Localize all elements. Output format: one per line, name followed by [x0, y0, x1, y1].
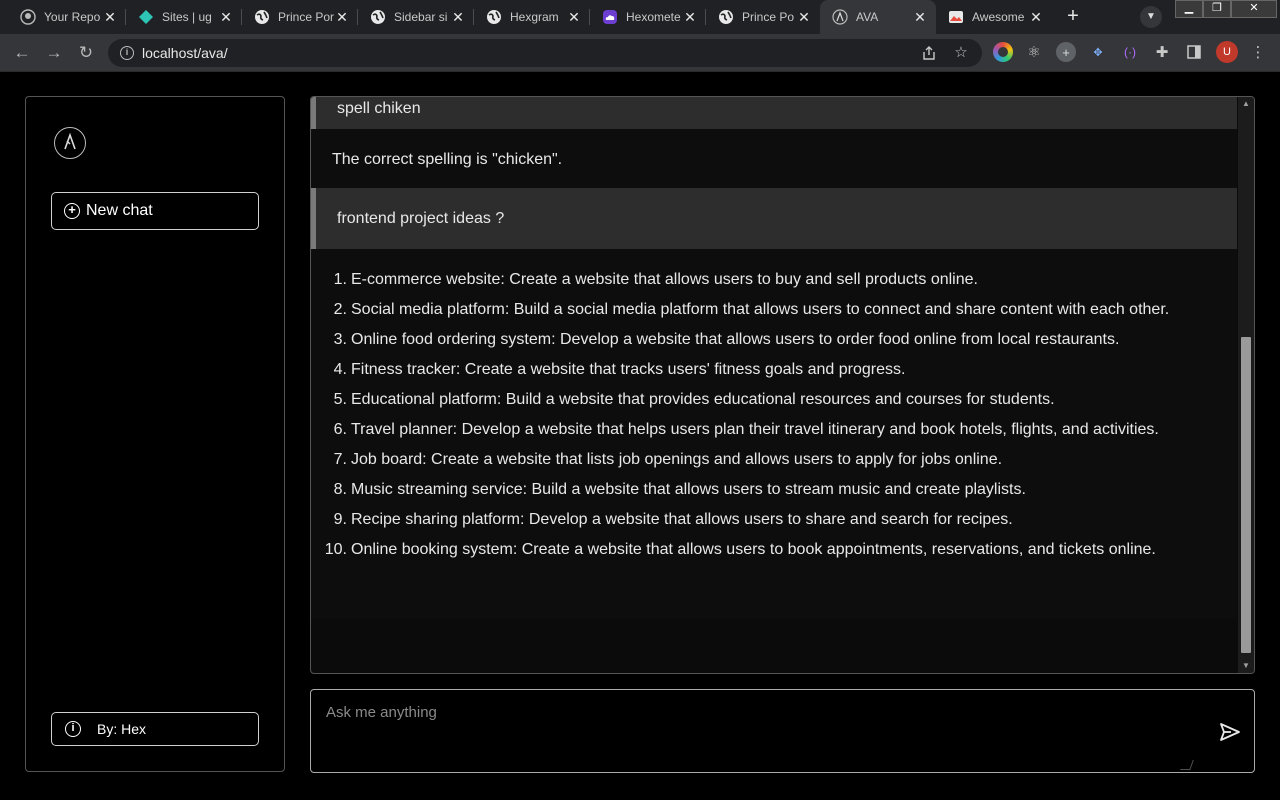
scroll-down-arrow-icon[interactable]: ▼: [1238, 659, 1254, 673]
close-tab-icon[interactable]: ✕: [334, 9, 350, 26]
extensions-puzzle-icon[interactable]: ✚: [1152, 42, 1172, 62]
image-icon: [948, 9, 964, 25]
close-tab-icon[interactable]: ✕: [796, 9, 812, 26]
side-panel-icon[interactable]: [1184, 42, 1204, 62]
address-bar[interactable]: i localhost/ava/ ☆: [108, 39, 982, 67]
ava-app: + New chat i By: Hex spell chiken The co…: [0, 72, 1280, 800]
close-tab-icon[interactable]: ✕: [566, 9, 582, 26]
list-item: 10. Online booking system: Create a websi…: [324, 541, 1156, 558]
credit-button[interactable]: i By: Hex: [51, 712, 259, 746]
close-tab-icon[interactable]: ✕: [102, 9, 118, 26]
close-tab-icon[interactable]: ✕: [1028, 9, 1044, 26]
browser-tab[interactable]: Prince Por ✕: [242, 0, 358, 34]
back-button[interactable]: ←: [10, 42, 34, 66]
scroll-up-arrow-icon[interactable]: ▲: [1238, 97, 1254, 111]
browser-tab[interactable]: Hexomete ✕: [590, 0, 706, 34]
browser-toolbar: ← → ↻ i localhost/ava/ ☆ ⚛ + ✥ (·) ✚ U ⋮: [0, 34, 1280, 72]
browser-tab-active[interactable]: AVA ✕: [820, 0, 936, 34]
sidebar: + New chat i By: Hex: [25, 96, 285, 772]
close-tab-icon[interactable]: ✕: [682, 9, 698, 26]
globe-icon: [486, 9, 502, 25]
new-chat-label: New chat: [86, 202, 153, 219]
scrollbar-thumb[interactable]: [1241, 337, 1251, 653]
credit-label: By: Hex: [97, 721, 147, 737]
assistant-message: 1. E-commerce website: Create a website t…: [311, 249, 1237, 619]
globe-icon: [370, 9, 386, 25]
react-devtools-icon[interactable]: ⚛: [1024, 42, 1044, 62]
user-message: spell chiken: [311, 97, 1237, 129]
globe-icon: [254, 9, 270, 25]
list-item: 7. Job board: Create a website that lists…: [333, 451, 1003, 468]
color-extension-icon[interactable]: [993, 42, 1013, 62]
new-tab-button[interactable]: +: [1060, 5, 1086, 29]
ava-logo-icon: [832, 9, 848, 25]
list-item: 9. Recipe sharing platform: Develop a web…: [333, 511, 1013, 528]
user-message: frontend project ideas ?: [311, 188, 1237, 249]
browser-tab[interactable]: Hexgram ✕: [474, 0, 590, 34]
browser-menu-icon[interactable]: ⋮: [1248, 42, 1268, 62]
profile-avatar[interactable]: U: [1216, 41, 1238, 63]
list-item: 8. Music streaming service: Build a websi…: [333, 481, 1026, 498]
close-tab-icon[interactable]: ✕: [450, 9, 466, 26]
minimize-window-button[interactable]: ▁: [1175, 0, 1203, 18]
list-item: 4. Fitness tracker: Create a website that…: [333, 361, 906, 378]
tab-search-button[interactable]: ▼: [1140, 6, 1162, 28]
browser-tab[interactable]: Your Repo ✕: [8, 0, 126, 34]
cloud-icon: [602, 9, 618, 25]
chat-scrollbar[interactable]: ▲ ▼: [1238, 97, 1254, 673]
close-window-button[interactable]: ✕: [1231, 0, 1277, 18]
list-item: 6. Travel planner: Develop a website that…: [333, 421, 1159, 438]
user-message-text: spell chiken: [337, 100, 421, 117]
code-extension-icon[interactable]: (·): [1120, 42, 1140, 62]
browser-tab-strip: Your Repo ✕ Sites | ug ✕ Prince Por ✕ Si…: [0, 0, 1280, 34]
list-item: 3. Online food ordering system: Develop a…: [333, 331, 1120, 348]
close-tab-icon[interactable]: ✕: [218, 9, 234, 26]
site-info-icon[interactable]: i: [120, 46, 134, 60]
reload-button[interactable]: ↻: [74, 42, 98, 66]
message-composer: [310, 689, 1255, 773]
globe-icon: [718, 9, 734, 25]
list-item: 5. Educational platform: Build a website …: [333, 391, 1055, 408]
diamond-icon: [138, 9, 154, 25]
new-chat-button[interactable]: + New chat: [51, 192, 259, 230]
share-icon[interactable]: [920, 45, 938, 63]
project-ideas-list: 1. E-commerce website: Create a website t…: [311, 270, 1237, 560]
assistant-message-text: The correct spelling is "chicken".: [332, 151, 563, 168]
browser-tab[interactable]: Prince Po ✕: [706, 0, 820, 34]
browser-tab[interactable]: Sites | ug ✕: [126, 0, 242, 34]
plus-circle-icon: +: [64, 203, 80, 219]
list-item: 2. Social media platform: Build a social …: [333, 301, 1170, 318]
github-icon: [20, 9, 36, 25]
chat-panel[interactable]: spell chiken The correct spelling is "ch…: [310, 96, 1255, 674]
devtools-extension-icon[interactable]: ✥: [1088, 42, 1108, 62]
ava-logo-icon[interactable]: [54, 127, 86, 159]
close-tab-icon[interactable]: ✕: [912, 9, 928, 26]
message-input[interactable]: [311, 690, 1211, 772]
address-url[interactable]: localhost/ava/: [142, 45, 228, 61]
browser-tab[interactable]: Awesome ✕: [936, 0, 1052, 34]
extension-plus-icon[interactable]: +: [1056, 42, 1076, 62]
info-icon: i: [65, 721, 81, 737]
forward-button[interactable]: →: [42, 42, 66, 66]
list-item: 1. E-commerce website: Create a website t…: [333, 271, 978, 288]
maximize-window-button[interactable]: ❐: [1203, 0, 1231, 18]
send-icon[interactable]: [1218, 720, 1242, 744]
browser-tab[interactable]: Sidebar si ✕: [358, 0, 474, 34]
bookmark-star-icon[interactable]: ☆: [952, 45, 970, 63]
user-message-text: frontend project ideas ?: [337, 209, 505, 227]
assistant-message: The correct spelling is "chicken".: [311, 129, 1237, 188]
